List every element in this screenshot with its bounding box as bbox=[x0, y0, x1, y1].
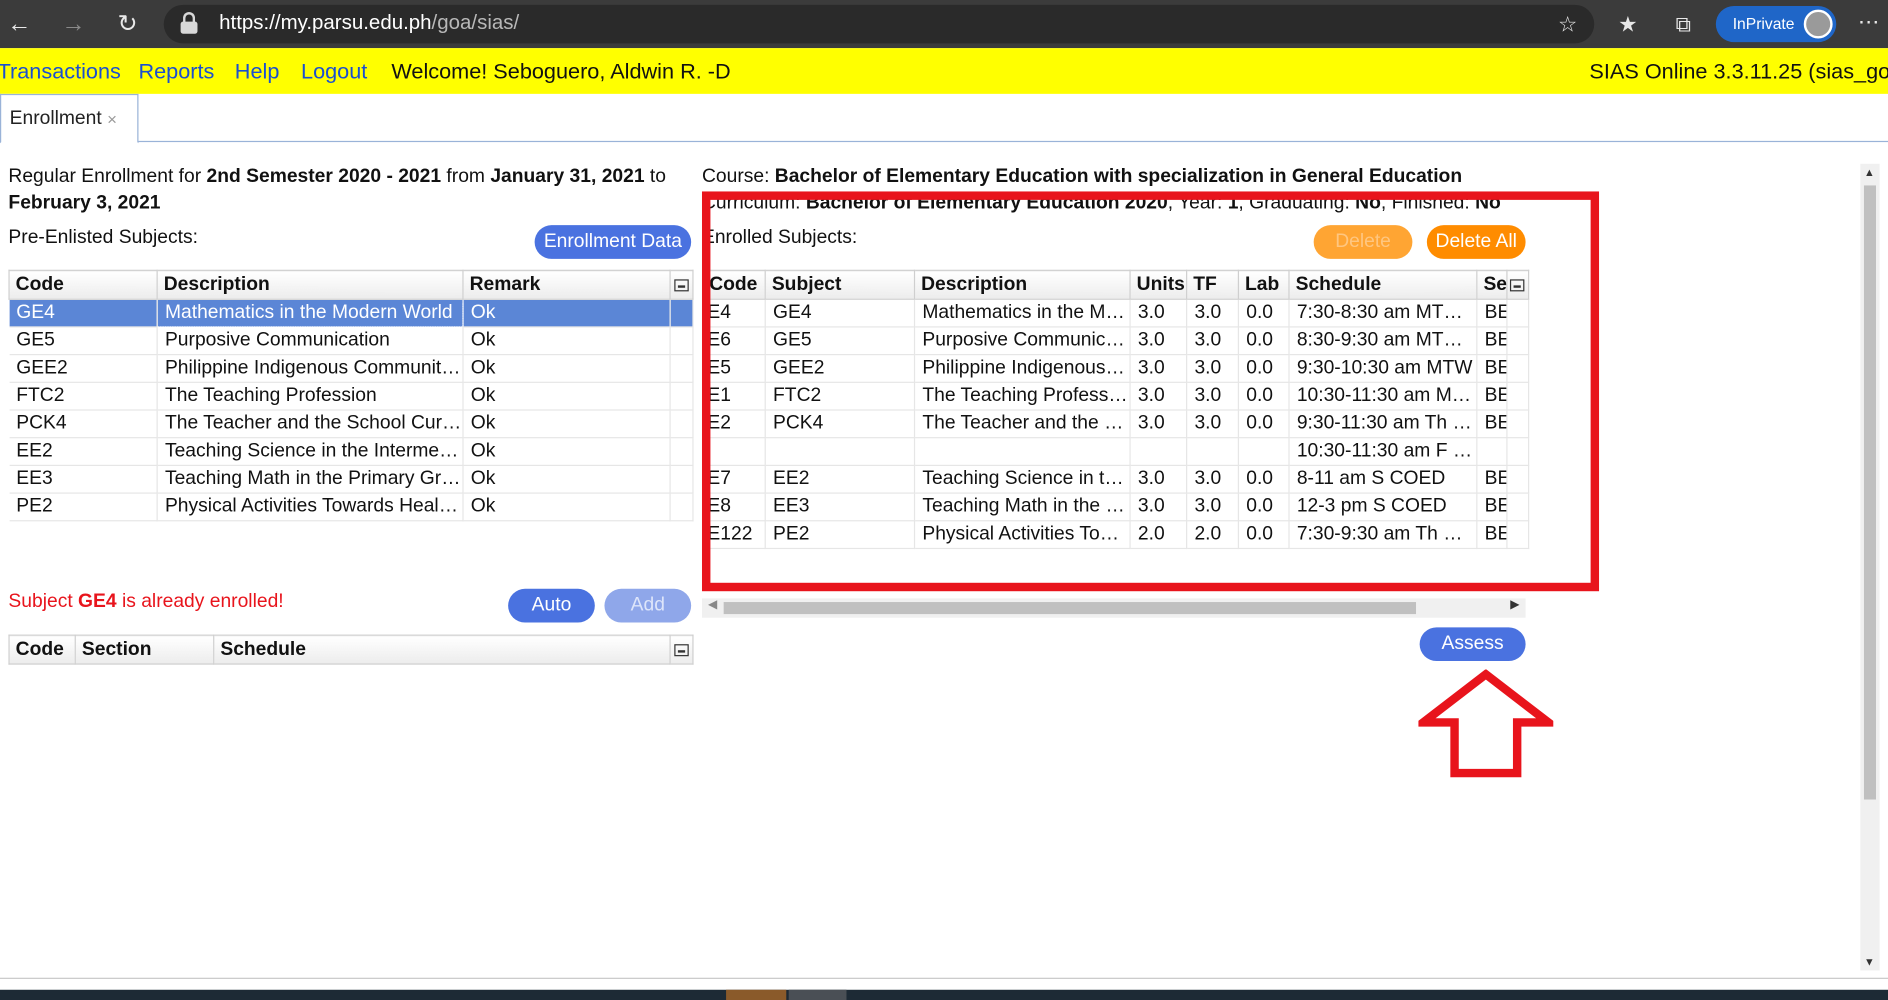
taskbar-app-icon[interactable] bbox=[726, 989, 787, 1000]
version-text: SIAS Online 3.3.11.25 (sias_goa bbox=[1589, 59, 1888, 84]
url-text[interactable]: https://my.parsu.edu.ph/goa/sias/ bbox=[219, 11, 519, 35]
up-arrow-annotation-icon bbox=[1418, 669, 1554, 778]
lock-icon[interactable] bbox=[180, 12, 198, 34]
cell-spacer bbox=[670, 326, 694, 356]
forward-icon[interactable]: → bbox=[57, 7, 91, 41]
taskbar-app-icon[interactable] bbox=[788, 989, 847, 1000]
cell-code: GEE2 bbox=[9, 354, 158, 383]
cell-spacer bbox=[670, 493, 694, 522]
table-row[interactable]: EE2Teaching Science in the Intermediate … bbox=[9, 437, 694, 466]
cell-code: GE4 bbox=[9, 299, 158, 328]
cell-desc: Mathematics in the Modern World bbox=[156, 298, 464, 328]
cell-remark: Ok bbox=[462, 493, 671, 522]
refresh-icon[interactable]: ↻ bbox=[111, 7, 145, 41]
column-header-code[interactable]: Code bbox=[8, 634, 76, 665]
auto-button[interactable]: Auto bbox=[508, 588, 595, 623]
add-favorite-icon[interactable]: ☆ bbox=[1553, 10, 1582, 39]
cell-code: GE5 bbox=[9, 326, 158, 356]
cell-desc: Teaching Science in the Intermediate Gra… bbox=[157, 437, 464, 466]
cell-spacer bbox=[670, 299, 694, 328]
cell-remark: Ok bbox=[462, 382, 671, 411]
scrollbar-thumb[interactable] bbox=[1863, 185, 1876, 800]
menu-logout[interactable]: Logout bbox=[301, 59, 367, 84]
table-row[interactable]: EE3 Teaching Math in the Primary Grades Ok bbox=[9, 465, 694, 494]
divider bbox=[0, 977, 1888, 979]
tab-label: Enrollment bbox=[9, 108, 102, 129]
column-header-schedule[interactable]: Schedule bbox=[213, 634, 671, 665]
column-menu-icon[interactable] bbox=[669, 634, 694, 665]
table-row[interactable]: GE4 Mathematics in the Modern World Ok bbox=[9, 298, 694, 328]
cell-remark: Ok bbox=[462, 326, 671, 356]
cell-desc: The Teaching Profession bbox=[157, 382, 464, 411]
scroll-right-icon[interactable]: ▶ bbox=[1510, 598, 1519, 611]
welcome-text: Welcome! Seboguero, Aldwin R. -D bbox=[391, 59, 731, 84]
menu-reports[interactable]: Reports bbox=[138, 59, 214, 84]
enrollment-period: Regular Enrollment for 2nd Semester 2020… bbox=[8, 166, 666, 187]
cell-spacer bbox=[670, 437, 694, 466]
horizontal-scrollbar[interactable]: ◀ ▶ bbox=[701, 598, 1526, 618]
scroll-left-icon[interactable]: ◀ bbox=[708, 598, 717, 611]
cell-desc: Physical Activities Towards Health and F… bbox=[157, 493, 464, 522]
highlight-annotation-box bbox=[701, 191, 1600, 592]
pre-enlisted-grid: Code Description Remark GE4 Mathematics i… bbox=[8, 269, 694, 522]
status-message: Subject GE4 is already enrolled! bbox=[8, 591, 284, 612]
column-header-description[interactable]: Description bbox=[156, 269, 464, 300]
column-header-remark[interactable]: Remark bbox=[462, 269, 671, 300]
cell-desc: Purposive Communication bbox=[157, 326, 464, 356]
table-row[interactable]: GEE2 Philippine Indigenous Communities Ok bbox=[9, 354, 694, 383]
cell-remark: Ok bbox=[462, 299, 671, 328]
column-header-section[interactable]: Section bbox=[74, 634, 215, 665]
close-icon[interactable]: × bbox=[107, 110, 117, 129]
cell-spacer bbox=[670, 382, 694, 411]
cell-desc: Philippine Indigenous Communities bbox=[157, 354, 464, 383]
cell-remark: Ok bbox=[462, 409, 671, 439]
table-row[interactable]: FTC2 The Teaching Profession Ok bbox=[9, 382, 694, 411]
assess-button[interactable]: Assess bbox=[1419, 627, 1526, 662]
add-button[interactable]: Add bbox=[604, 588, 692, 623]
scroll-down-icon[interactable]: ▼ bbox=[1864, 956, 1875, 968]
scroll-up-icon[interactable]: ▲ bbox=[1864, 166, 1875, 178]
cell-spacer bbox=[670, 354, 694, 383]
cell-code: PE2 bbox=[9, 493, 158, 522]
app-menubar: Transactions Reports Help Logout Welcome… bbox=[0, 48, 1888, 94]
cell-code: FTC2 bbox=[9, 382, 158, 411]
more-icon[interactable]: ⋯ bbox=[1858, 10, 1880, 35]
cell-desc: The Teacher and the School Curriculum bbox=[157, 409, 464, 439]
tab-enrollment[interactable]: Enrollment × bbox=[0, 93, 139, 144]
scrollbar-thumb[interactable] bbox=[723, 602, 1417, 615]
course-info: Course: Bachelor of Elementary Education… bbox=[701, 166, 1463, 187]
cell-spacer bbox=[670, 409, 694, 439]
menu-help[interactable]: Help bbox=[235, 59, 280, 84]
cell-code: EE3 bbox=[9, 465, 158, 494]
section-grid: Code Section Schedule bbox=[8, 634, 694, 665]
cell-remark: Ok bbox=[462, 465, 671, 494]
avatar bbox=[1803, 9, 1833, 39]
table-row[interactable]: PE2Physical Activities Towards Health an… bbox=[9, 493, 694, 522]
cell-code: EE2 bbox=[9, 437, 158, 466]
inprivate-button[interactable]: InPrivate bbox=[1715, 6, 1837, 43]
menu-transactions[interactable]: Transactions bbox=[0, 59, 121, 84]
vertical-scrollbar[interactable]: ▲ ▼ bbox=[1860, 163, 1880, 971]
cell-code: PCK4 bbox=[9, 409, 158, 439]
enrollment-data-button[interactable]: Enrollment Data bbox=[534, 225, 692, 259]
table-row[interactable]: PCK4The Teacher and the School Curriculu… bbox=[9, 409, 694, 439]
screen: ← → ↻ https://my.parsu.edu.ph/goa/sias/ … bbox=[0, 0, 1888, 1000]
column-header-code[interactable]: Code bbox=[8, 269, 158, 300]
pre-enlisted-label: Pre-Enlisted Subjects: bbox=[8, 227, 198, 249]
table-row[interactable]: GE5 Purposive Communication Ok bbox=[9, 326, 694, 356]
favorites-icon[interactable]: ★ bbox=[1613, 10, 1642, 39]
os-taskbar bbox=[0, 989, 1888, 1000]
cell-desc: Teaching Math in the Primary Grades bbox=[157, 465, 464, 494]
cell-remark: Ok bbox=[462, 354, 671, 383]
browser-toolbar: ← → ↻ https://my.parsu.edu.ph/goa/sias/ … bbox=[0, 0, 1888, 49]
column-menu-icon[interactable] bbox=[669, 269, 694, 300]
enrollment-end-date: February 3, 2021 bbox=[8, 192, 161, 214]
back-icon[interactable]: ← bbox=[2, 7, 36, 41]
tab-strip: Enrollment × bbox=[0, 93, 1888, 144]
cell-remark: Ok bbox=[462, 437, 671, 466]
collections-icon[interactable]: ⧉ bbox=[1669, 10, 1698, 39]
cell-spacer bbox=[670, 465, 694, 494]
